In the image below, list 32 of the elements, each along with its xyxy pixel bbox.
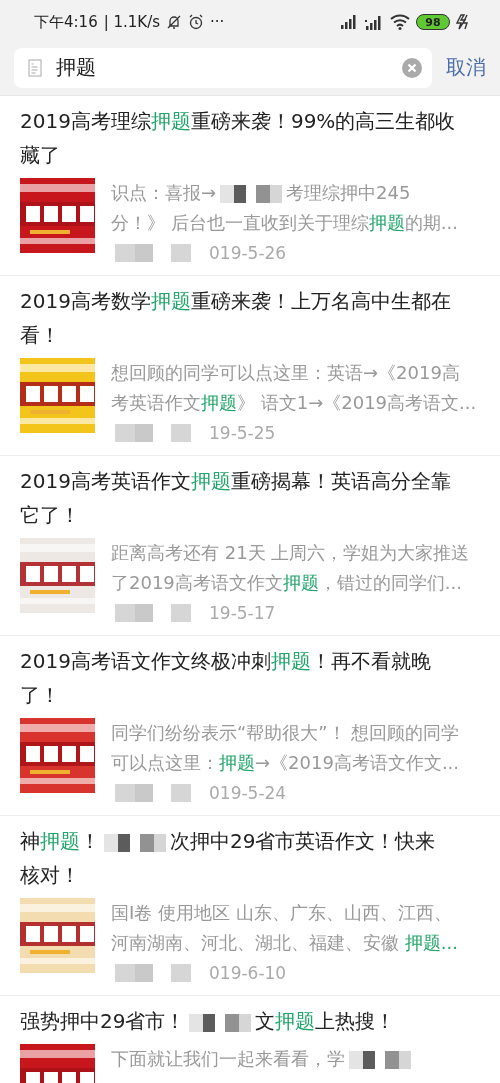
- charging-icon: [456, 14, 470, 30]
- battery-indicator: 98: [416, 14, 450, 30]
- publish-date: 19-5-25: [209, 422, 276, 445]
- publish-date: 19-5-17: [209, 602, 276, 625]
- cancel-link[interactable]: 取消: [446, 54, 486, 81]
- result-snippet: 下面就让我们一起来看看，学: [111, 1044, 415, 1074]
- wifi-icon: [390, 14, 410, 30]
- search-field[interactable]: 押题: [14, 47, 432, 88]
- result-snippet: 国I卷 使用地区 山东、广东、山西、江西、 河南湖南、河北、湖北、福建、安徽 押题...: [111, 901, 458, 955]
- publish-date: 019-5-24: [209, 782, 287, 805]
- result-snippet: 距离高考还有 21天 上周六，学姐为大家推送 了2019高考语文作文押题，错过的同学们...: [111, 541, 470, 595]
- result-title[interactable]: 神押题！ 次押中29省市英语作文！快来 核对！: [20, 824, 480, 892]
- clock-time: 下午4:16: [34, 12, 98, 32]
- publish-date: 019-5-26: [209, 242, 287, 265]
- result-title[interactable]: 2019高考语文作文终极冲刺押题！再不看就晚 了！: [20, 644, 480, 712]
- clear-icon[interactable]: [402, 57, 422, 78]
- search-input[interactable]: 押题: [54, 54, 390, 81]
- muted-bell-icon: [166, 14, 183, 30]
- result-snippet: 想回顾的同学可以点这里：英语→《2019高 考英语作文押题》 语文1→《2019高考语文...: [111, 361, 477, 415]
- network-speed: | 1.1K/s: [103, 13, 161, 31]
- result-title[interactable]: 强势押中29省市！ 文押题上热搜！: [20, 1004, 480, 1038]
- result-snippet: 同学们纷纷表示“帮助很大”！ 想回顾的同学 可以点这里：押题→《2019高考语文作文...: [111, 721, 460, 775]
- document-icon: [28, 58, 42, 77]
- publish-date: 019-6-10: [209, 962, 287, 985]
- result-title[interactable]: 2019高考英语作文押题重磅揭幕！英语高分全靠 它了！: [20, 464, 480, 532]
- alarm-clock-icon: [188, 14, 205, 30]
- result-title[interactable]: 2019高考理综押题重磅来袭！99%的高三生都收 藏了: [20, 104, 480, 172]
- result-title[interactable]: 2019高考数学押题重磅来袭！上万名高中生都在 看！: [20, 284, 480, 352]
- result-snippet: 识点：喜报→ 考理综押中245 分！》 后台也一直收到关于理综押题的期...: [111, 181, 458, 235]
- hd-signal-icon: [364, 14, 384, 30]
- more-notifications: ···: [210, 13, 225, 31]
- signal-icon: [340, 15, 358, 29]
